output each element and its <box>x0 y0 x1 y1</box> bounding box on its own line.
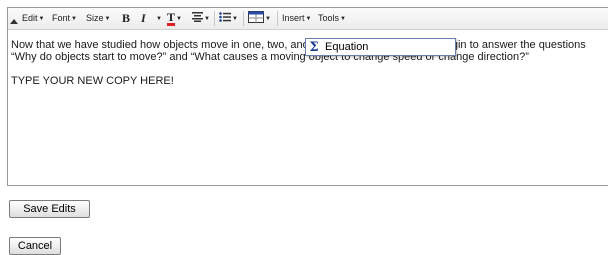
list-button[interactable]: ▼ <box>219 11 238 26</box>
edit-menu-label: Edit <box>22 13 38 23</box>
chevron-down-icon: ▼ <box>305 16 312 22</box>
editor-toolbar: Edit▼ Font▼ Size▼ B I ▼ T▼ ▼ ▼ ▼ Insert▼… <box>8 8 608 30</box>
align-center-icon <box>192 12 203 22</box>
chevron-down-icon: ▼ <box>104 16 111 22</box>
cancel-button[interactable]: Cancel <box>9 237 61 255</box>
tools-menu[interactable]: Tools▼ <box>318 11 346 26</box>
toolbar-separator <box>214 11 215 26</box>
text-color-icon: T <box>167 10 176 26</box>
tools-menu-label: Tools <box>318 13 340 23</box>
sigma-icon: Σ <box>309 39 319 55</box>
text-color-button[interactable]: T▼ <box>167 11 182 26</box>
rich-text-editor: Edit▼ Font▼ Size▼ B I ▼ T▼ ▼ ▼ ▼ Insert▼… <box>7 7 608 186</box>
size-menu-label: Size <box>86 13 104 23</box>
chevron-down-icon: ▼ <box>265 16 271 22</box>
chevron-down-icon: ▼ <box>38 16 45 22</box>
edit-menu[interactable]: Edit▼ <box>22 11 44 26</box>
font-menu-label: Font <box>52 13 71 23</box>
italic-dropdown-arrow[interactable]: ▼ <box>155 11 162 26</box>
insert-menu-label: Insert <box>282 13 305 23</box>
toolbar-separator <box>243 11 244 26</box>
chevron-down-icon: ▼ <box>340 16 346 22</box>
bullet-list-icon <box>219 12 231 22</box>
collapse-triangle-icon[interactable] <box>10 19 18 24</box>
italic-button[interactable]: I <box>141 11 146 26</box>
insert-menu[interactable]: Insert▼ <box>282 11 311 26</box>
content-paragraph[interactable]: TYPE YOUR NEW COPY HERE! <box>11 75 607 87</box>
chevron-down-icon: ▼ <box>156 16 162 22</box>
size-menu[interactable]: Size▼ <box>86 11 110 26</box>
chevron-down-icon: ▼ <box>232 16 238 22</box>
align-button[interactable]: ▼ <box>192 11 210 26</box>
chevron-down-icon: ▼ <box>71 16 77 22</box>
toolbar-separator <box>277 11 278 26</box>
insert-equation-label: Equation <box>325 41 369 53</box>
insert-dropdown-menu: Σ Equation <box>305 38 456 56</box>
chevron-down-icon: ▼ <box>204 16 210 22</box>
table-button[interactable]: ▼ <box>248 11 271 26</box>
font-menu[interactable]: Font▼ <box>52 11 77 26</box>
save-edits-button[interactable]: Save Edits <box>9 200 90 218</box>
table-icon <box>248 11 264 23</box>
bold-button[interactable]: B <box>122 11 130 26</box>
chevron-down-icon: ▼ <box>176 16 182 22</box>
insert-equation-item[interactable]: Σ Equation <box>307 40 454 54</box>
